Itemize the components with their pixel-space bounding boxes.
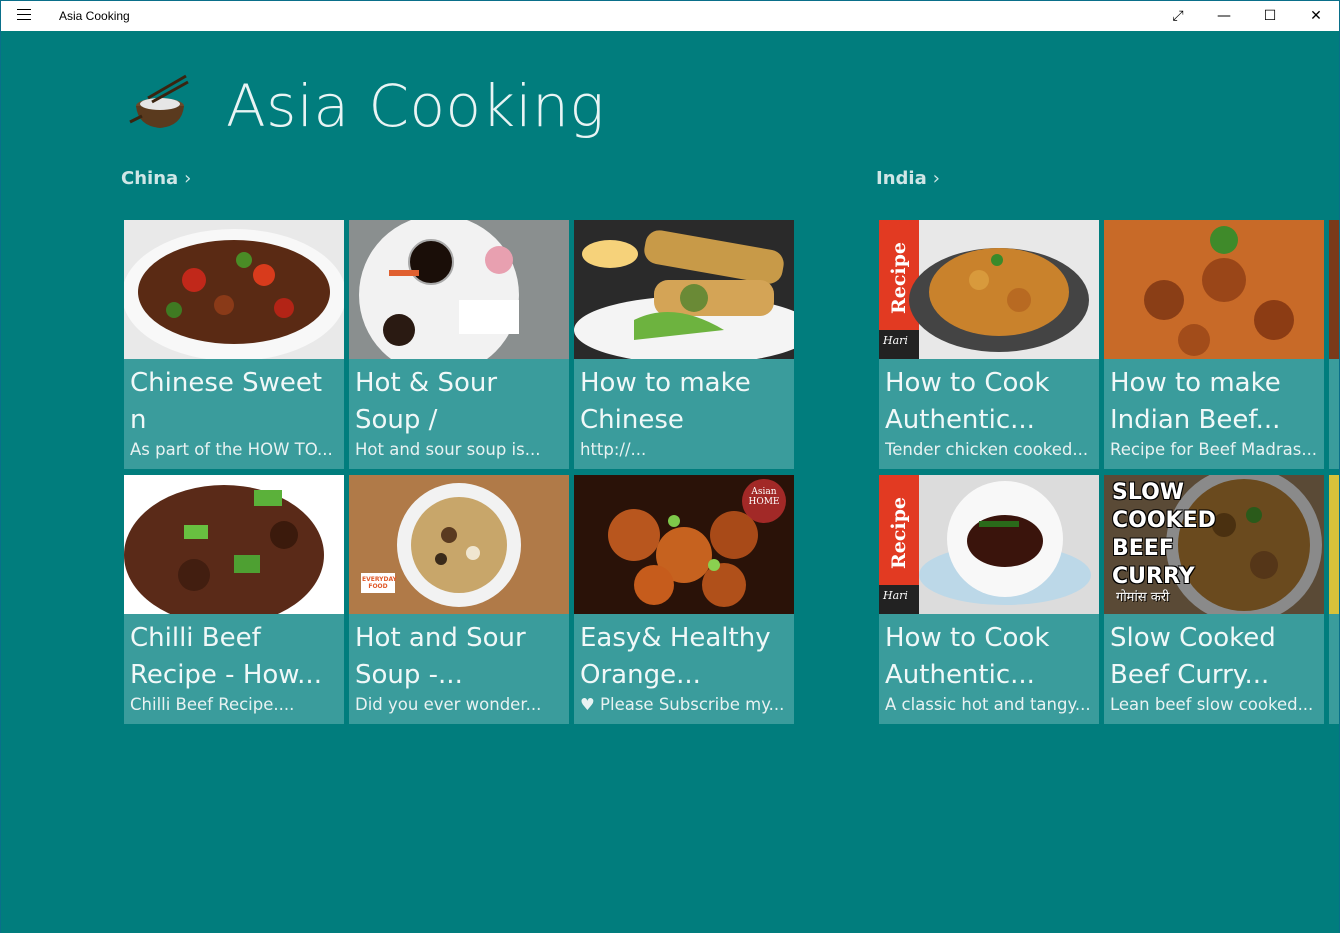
recipe-thumbnail bbox=[1329, 220, 1339, 359]
recipe-description: ♥ Please Subscribe my... bbox=[580, 695, 785, 714]
section-header-india[interactable]: India › bbox=[876, 168, 940, 189]
cooking-pot-icon bbox=[126, 72, 192, 132]
recipe-tile[interactable]: SLOW COOKED BEEF CURRY गोमांस करी Slow C… bbox=[1104, 475, 1324, 724]
recipe-image-overlay: SLOW COOKED BEEF CURRY bbox=[1112, 480, 1216, 589]
recipe-tile[interactable]: Chilli Beef Recipe - How... Chilli Beef … bbox=[124, 475, 344, 724]
recipe-title: Chinese Sweet n Sour Pork... bbox=[130, 368, 323, 435]
recipe-description: Recipe for Beef Madras... bbox=[1110, 440, 1318, 459]
recipe-tile[interactable]: EVERYDAY FOOD Hot and Sour Soup -... Did… bbox=[349, 475, 569, 724]
recipe-title: Hot & Sour Soup / Chinese... bbox=[355, 368, 498, 435]
recipe-tile[interactable]: Recipe Hari How to Cook Authentic... Ten… bbox=[879, 220, 1099, 469]
recipe-image-overlay-sub: गोमांस करी bbox=[1116, 590, 1170, 605]
recipe-thumbnail bbox=[574, 220, 794, 359]
recipe-title: How to make Chinese Spring... bbox=[580, 368, 751, 435]
section-header-china[interactable]: China › bbox=[121, 168, 191, 189]
recipe-description: Tender chicken cooked... bbox=[885, 440, 1089, 459]
recipe-description: http://... bbox=[580, 440, 647, 459]
recipe-tile[interactable]: Chinese Sweet n Sour Pork... As part of … bbox=[124, 220, 344, 469]
fullscreen-icon[interactable]: ⤢ bbox=[1155, 1, 1201, 31]
recipe-tile-partial[interactable] bbox=[1329, 220, 1339, 469]
recipe-tile[interactable]: Asian HOME Easy& Healthy Orange... ♥ Ple… bbox=[574, 475, 794, 724]
chevron-right-icon: › bbox=[932, 168, 940, 189]
recipe-description: Lean beef slow cooked... bbox=[1110, 695, 1314, 714]
minimize-button[interactable]: — bbox=[1201, 1, 1247, 31]
window-frame-left bbox=[0, 0, 1, 933]
window-title: Asia Cooking bbox=[59, 9, 130, 23]
recipe-title: Hot and Sour Soup -... bbox=[355, 623, 526, 690]
recipe-thumbnail bbox=[1104, 220, 1324, 359]
maximize-button[interactable]: ☐ bbox=[1247, 1, 1293, 31]
recipe-title: How to Cook Authentic... bbox=[885, 368, 1050, 435]
recipe-tile[interactable]: How to make Chinese Spring... http://... bbox=[574, 220, 794, 469]
close-button[interactable]: ✕ bbox=[1293, 1, 1339, 31]
recipe-title: Easy& Healthy Orange... bbox=[580, 623, 771, 690]
recipe-badge-sub: Hari bbox=[883, 589, 908, 602]
section-title-india: India bbox=[876, 168, 927, 189]
recipe-thumbnail: EVERYDAY FOOD bbox=[349, 475, 569, 614]
title-bar: Asia Cooking ⤢ — ☐ ✕ bbox=[1, 1, 1339, 31]
recipe-description: Chilli Beef Recipe.... bbox=[130, 695, 295, 714]
hamburger-menu-icon[interactable] bbox=[17, 9, 31, 21]
recipe-thumbnail bbox=[349, 220, 569, 359]
recipe-thumbnail bbox=[124, 475, 344, 614]
section-title-china: China bbox=[121, 168, 179, 189]
recipe-description: As part of the HOW TO... bbox=[130, 440, 333, 459]
recipe-title: Chilli Beef Recipe - How... bbox=[130, 623, 322, 690]
recipe-description: A classic hot and tangy... bbox=[885, 695, 1091, 714]
chevron-right-icon: › bbox=[184, 168, 192, 189]
recipe-tile-partial[interactable] bbox=[1329, 475, 1339, 724]
app-title: Asia Cooking bbox=[226, 72, 605, 140]
recipe-tile[interactable]: Hot & Sour Soup / Chinese... Hot and sou… bbox=[349, 220, 569, 469]
recipe-description: Did you ever wonder... bbox=[355, 695, 542, 714]
asian-home-logo: Asian HOME bbox=[748, 487, 780, 507]
recipe-badge-sub: Hari bbox=[883, 334, 908, 347]
recipe-title: How to Cook Authentic... bbox=[885, 623, 1050, 690]
recipe-thumbnail: Recipe Hari bbox=[879, 220, 1099, 359]
recipe-thumbnail: Recipe Hari bbox=[879, 475, 1099, 614]
recipe-description: Hot and sour soup is... bbox=[355, 440, 541, 459]
recipe-thumbnail bbox=[1329, 475, 1339, 614]
recipe-title: Slow Cooked Beef Curry... bbox=[1110, 623, 1276, 690]
recipe-badge: Recipe bbox=[888, 241, 911, 315]
recipe-badge: Recipe bbox=[888, 496, 911, 570]
recipe-tile[interactable]: Recipe Hari How to Cook Authentic... A c… bbox=[879, 475, 1099, 724]
recipe-thumbnail: Asian HOME bbox=[574, 475, 794, 614]
recipe-thumbnail bbox=[124, 220, 344, 359]
recipe-title: How to make Indian Beef... bbox=[1110, 368, 1281, 435]
recipe-tile[interactable]: How to make Indian Beef... Recipe for Be… bbox=[1104, 220, 1324, 469]
everyday-food-logo: EVERYDAY FOOD bbox=[362, 576, 397, 590]
recipe-thumbnail: SLOW COOKED BEEF CURRY गोमांस करी bbox=[1104, 475, 1324, 614]
